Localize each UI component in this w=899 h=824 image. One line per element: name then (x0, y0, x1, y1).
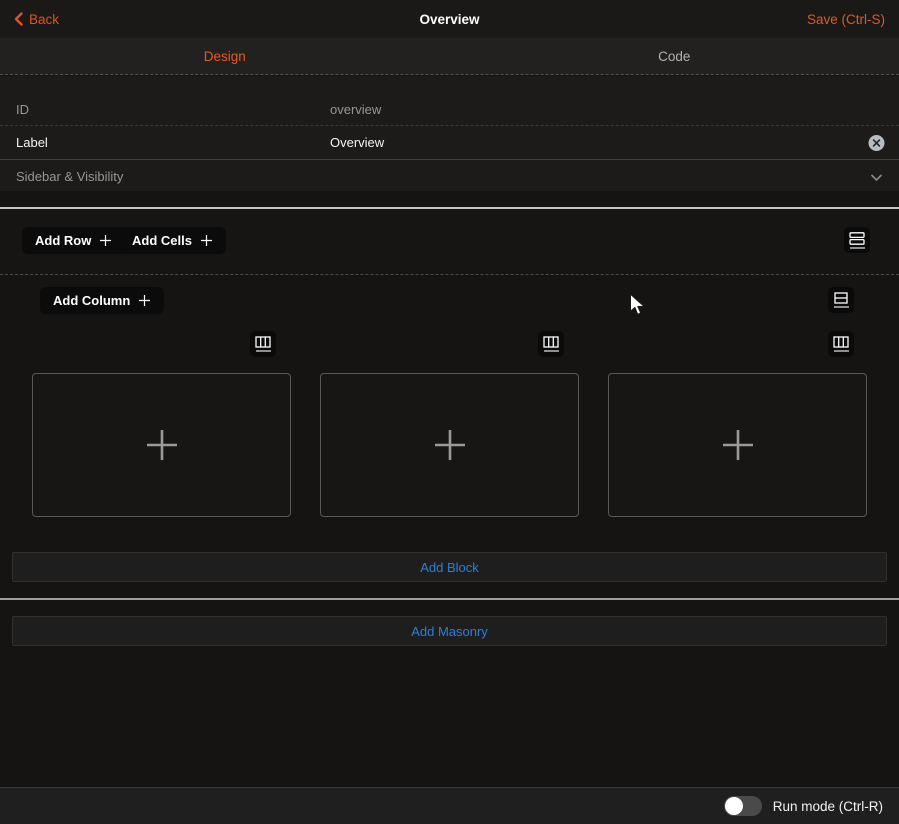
plus-icon (144, 427, 180, 463)
form-row-sidebar-visibility[interactable]: Sidebar & Visibility (0, 160, 899, 193)
square-rows-button[interactable] (828, 287, 854, 313)
tab-design[interactable]: Design (0, 38, 450, 74)
run-mode-toggle[interactable] (724, 796, 762, 816)
row-toolbar-section: Add Row Add Cells (0, 209, 899, 275)
empty-cell-2[interactable] (320, 373, 579, 517)
clear-icon[interactable] (868, 134, 885, 151)
header: Back Overview Save (Ctrl-S) (0, 0, 899, 38)
plus-icon (99, 234, 112, 247)
label-label: Label (16, 135, 48, 150)
footer-bar: Run mode (Ctrl-R) (0, 787, 899, 824)
empty-cell-3[interactable] (608, 373, 867, 517)
section-divider (0, 598, 899, 600)
add-column-label: Add Column (53, 293, 130, 308)
row-layout-button[interactable] (844, 227, 870, 253)
add-block-button[interactable]: Add Block (12, 552, 887, 582)
column-builder-section: Add Column (0, 276, 899, 598)
view-settings-form: ID overview Label Overview Sidebar & Vis… (0, 76, 899, 191)
icon-underline (834, 350, 849, 352)
back-button[interactable]: Back (14, 12, 59, 27)
tab-bar: Design Code (0, 38, 899, 75)
layout-rows-icon (849, 232, 865, 245)
plus-icon (432, 427, 468, 463)
layout-columns-icon (255, 336, 271, 348)
cell-row (32, 373, 867, 517)
sidebar-visibility-label: Sidebar & Visibility (16, 169, 123, 184)
chevron-down-icon[interactable] (870, 169, 883, 184)
add-cells-label: Add Cells (132, 233, 192, 248)
column-layout-button-1[interactable] (250, 331, 276, 357)
icon-underline (544, 350, 559, 352)
view-editor-window: Back Overview Save (Ctrl-S) Design Code … (0, 0, 899, 824)
icon-underline (850, 247, 865, 249)
plus-icon (720, 427, 756, 463)
square-rows-icon (834, 292, 848, 304)
column-layout-button-3[interactable] (828, 331, 854, 357)
plus-icon (138, 294, 151, 307)
add-row-label: Add Row (35, 233, 91, 248)
id-label: ID (16, 102, 29, 117)
label-value: Overview (330, 135, 384, 150)
layout-columns-icon (543, 336, 559, 348)
save-button[interactable]: Save (Ctrl-S) (807, 12, 885, 27)
column-layout-button-2[interactable] (538, 331, 564, 357)
layout-columns-icon (833, 336, 849, 348)
tab-code[interactable]: Code (450, 38, 899, 74)
back-label: Back (29, 12, 59, 27)
icon-underline (834, 306, 849, 308)
toggle-knob (725, 797, 743, 815)
add-cells-button[interactable]: Add Cells (119, 227, 226, 254)
empty-cell-1[interactable] (32, 373, 291, 517)
add-masonry-button[interactable]: Add Masonry (12, 616, 887, 646)
form-row-label[interactable]: Label Overview (0, 126, 899, 160)
run-mode-label: Run mode (Ctrl-R) (773, 799, 883, 814)
chevron-left-icon (14, 12, 23, 26)
add-row-button[interactable]: Add Row (22, 227, 125, 254)
form-row-id[interactable]: ID overview (0, 93, 899, 126)
icon-underline (256, 350, 271, 352)
id-value: overview (330, 102, 381, 117)
page-title: Overview (0, 12, 899, 27)
plus-icon (200, 234, 213, 247)
add-column-button[interactable]: Add Column (40, 287, 164, 314)
